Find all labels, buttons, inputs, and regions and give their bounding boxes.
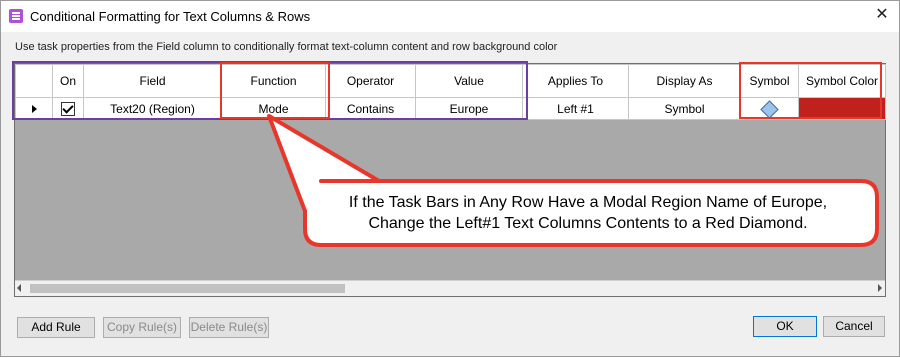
delete-rules-button[interactable]: Delete Rule(s) <box>189 317 269 338</box>
cancel-button[interactable]: Cancel <box>823 316 885 337</box>
callout-line-1: If the Task Bars in Any Row Have a Modal… <box>348 194 828 211</box>
conditional-formatting-dialog: Conditional Formatting for Text Columns … <box>0 0 900 357</box>
callout-text: If the Task Bars in Any Row Have a Modal… <box>303 185 873 241</box>
add-rule-button[interactable]: Add Rule <box>17 317 95 338</box>
callout-bubble <box>267 114 879 247</box>
callout-line-2: Change the Left#1 Text Columns Contents … <box>368 215 808 232</box>
copy-rules-button[interactable]: Copy Rule(s) <box>103 317 181 338</box>
ok-button[interactable]: OK <box>753 316 817 337</box>
